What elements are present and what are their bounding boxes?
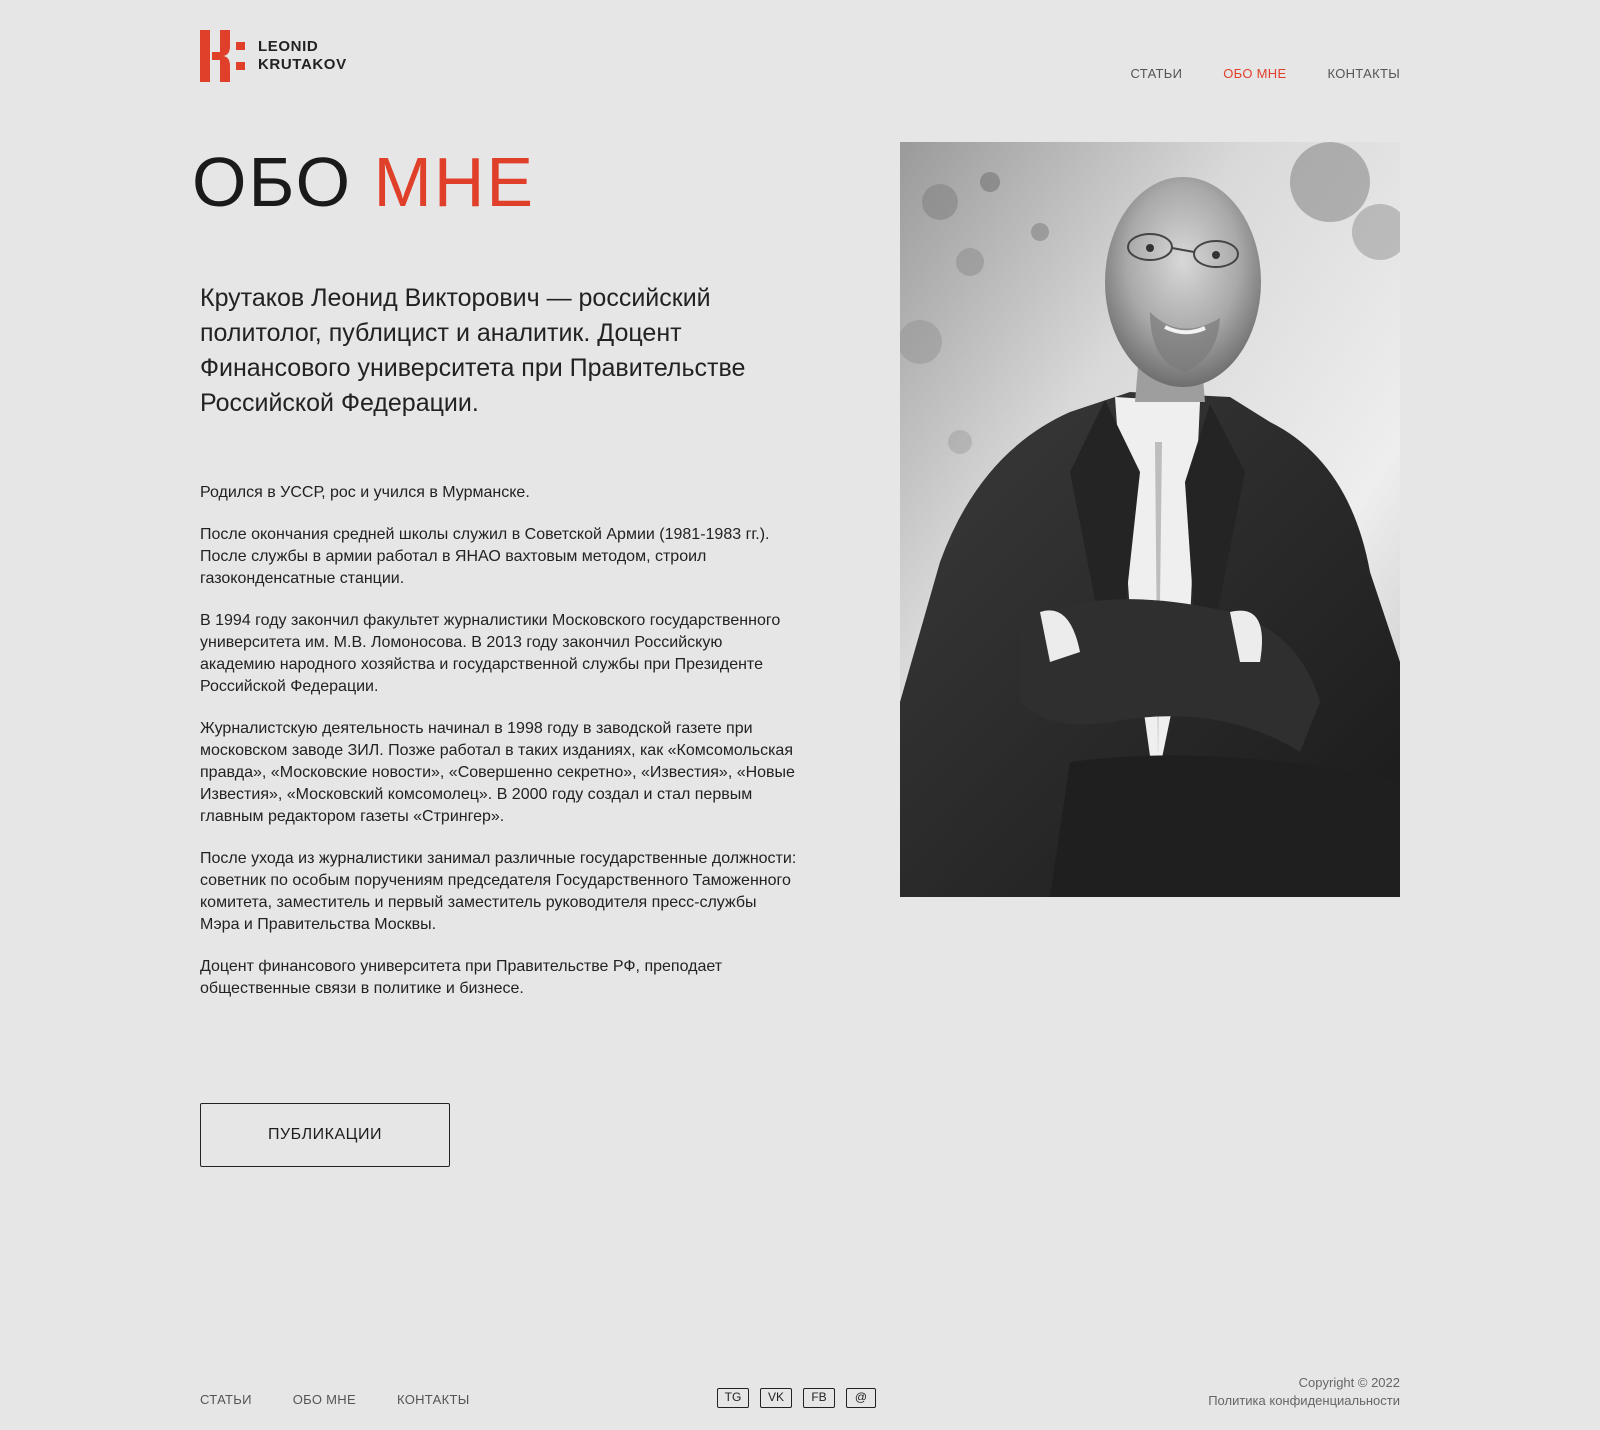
copyright-text: Copyright © 2022	[1298, 1375, 1400, 1390]
main-nav: СТАТЬИ ОБО МНЕ КОНТАКТЫ	[1131, 66, 1401, 81]
portrait-photo	[900, 142, 1400, 897]
bio-paragraph: Доцент финансового университета при Прав…	[200, 958, 723, 997]
portrait-image	[900, 142, 1400, 897]
email-link[interactable]: @	[846, 1388, 876, 1408]
site-footer: СТАТЬИ ОБО МНЕ КОНТАКТЫ TG VK FB @ Copyr…	[200, 1370, 1400, 1410]
bio-paragraph: После ухода из журналистики занимал разл…	[200, 850, 797, 933]
bio-paragraph: В 1994 году закончил факультет журналист…	[200, 612, 781, 695]
telegram-link[interactable]: TG	[717, 1388, 749, 1408]
lead-paragraph: Крутаков Леонид Викторович — российский …	[200, 284, 746, 417]
bio-paragraph: Родился в УССР, рос и учился в Мурманске…	[200, 484, 530, 501]
social-links: TG VK FB @	[717, 1388, 876, 1408]
nav-item-about[interactable]: ОБО МНЕ	[1223, 66, 1286, 81]
footer-nav-item-about[interactable]: ОБО МНЕ	[293, 1392, 356, 1407]
bio-paragraph: После окончания средней школы служил в С…	[200, 526, 770, 587]
publications-button[interactable]: ПУБЛИКАЦИИ	[200, 1103, 450, 1167]
vk-link[interactable]: VK	[760, 1388, 792, 1408]
page-title-part-2: МНЕ	[373, 143, 536, 221]
logo-wordmark: LEONID KRUTAKOV	[258, 38, 347, 74]
page-title: ОБО МНЕ	[192, 142, 535, 222]
bio-text: Родился в УССР, рос и учился в Мурманске…	[200, 482, 800, 1020]
logo-line-2: KRUTAKOV	[258, 56, 347, 73]
logo-mark-icon	[200, 30, 245, 82]
site-logo[interactable]: LEONID KRUTAKOV	[200, 30, 347, 82]
nav-item-contacts[interactable]: КОНТАКТЫ	[1327, 66, 1400, 81]
bio-paragraph: Журналистскую деятельность начинал в 199…	[200, 720, 795, 825]
page-title-part-1: ОБО	[192, 143, 353, 221]
about-page: LEONID KRUTAKOV СТАТЬИ ОБО МНЕ КОНТАКТЫ …	[192, 0, 1400, 1430]
footer-nav-item-contacts[interactable]: КОНТАКТЫ	[397, 1392, 470, 1407]
copyright-block: Copyright © 2022 Политика конфиденциальн…	[1208, 1374, 1400, 1410]
nav-item-articles[interactable]: СТАТЬИ	[1131, 66, 1183, 81]
facebook-link[interactable]: FB	[803, 1388, 835, 1408]
footer-nav-item-articles[interactable]: СТАТЬИ	[200, 1392, 252, 1407]
privacy-policy-link[interactable]: Политика конфиденциальности	[1208, 1393, 1400, 1408]
site-header: LEONID KRUTAKOV СТАТЬИ ОБО МНЕ КОНТАКТЫ	[200, 30, 1400, 82]
footer-nav: СТАТЬИ ОБО МНЕ КОНТАКТЫ	[200, 1392, 470, 1407]
logo-line-1: LEONID	[258, 38, 319, 55]
